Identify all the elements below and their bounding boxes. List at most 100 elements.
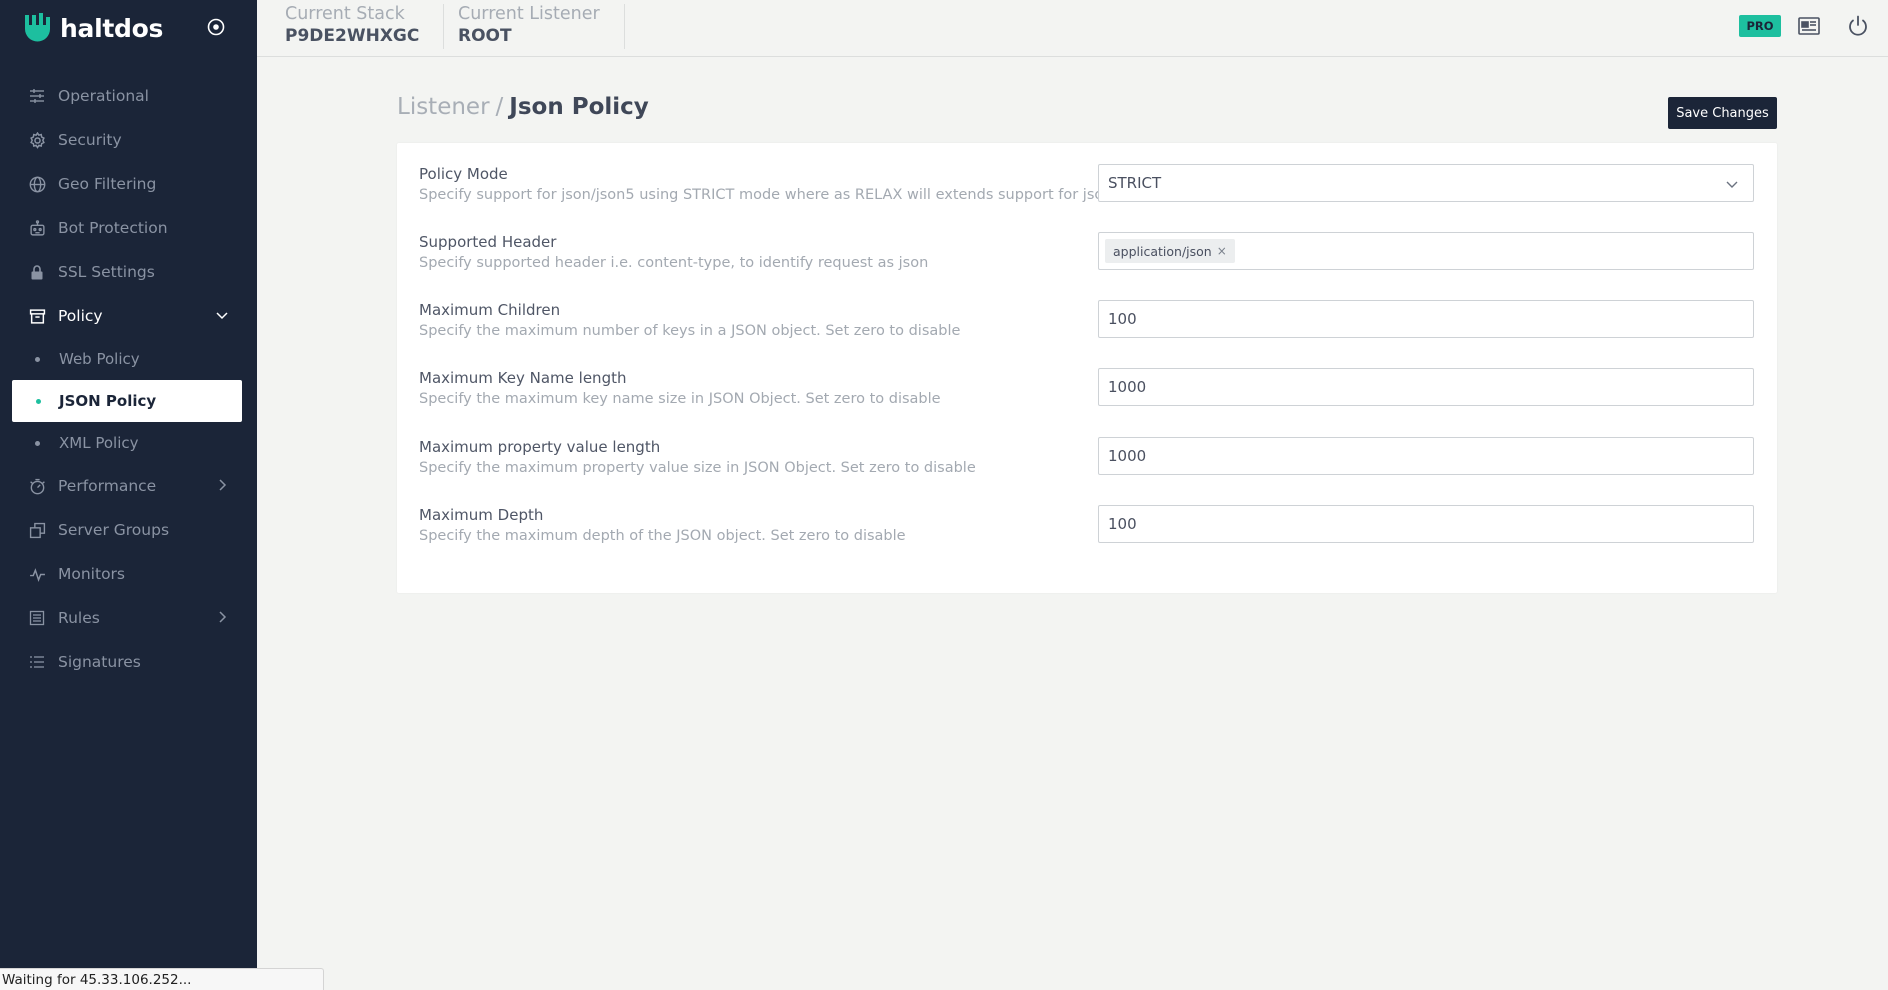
page-title: Json Policy bbox=[509, 94, 649, 120]
supported-header-tags-input[interactable]: application/json × bbox=[1098, 232, 1754, 270]
sidebar-item-rules[interactable]: Rules bbox=[0, 596, 257, 640]
sidebar-item-label: SSL Settings bbox=[58, 263, 155, 281]
target-settings-icon[interactable] bbox=[206, 17, 226, 37]
maximum-children-row: Maximum Children Specify the maximum num… bbox=[419, 300, 1755, 356]
sidebar-item-label: Bot Protection bbox=[58, 219, 168, 237]
top-header: Current Stack P9DE2WHXGC Current Listene… bbox=[257, 0, 1888, 57]
input-value: 1000 bbox=[1108, 378, 1147, 396]
chevron-down-icon bbox=[1726, 181, 1738, 188]
field-description: Specify the maximum depth of the JSON ob… bbox=[419, 528, 906, 544]
current-listener-value: ROOT bbox=[458, 26, 512, 46]
current-listener-label: Current Listener bbox=[458, 4, 600, 24]
power-icon[interactable] bbox=[1846, 14, 1870, 38]
lock-icon bbox=[28, 263, 46, 281]
breadcrumb: Listener / Json Policy bbox=[397, 94, 649, 120]
sidebar-subitem-web-policy[interactable]: Web Policy bbox=[0, 338, 257, 380]
brand[interactable]: haltdos bbox=[22, 10, 163, 46]
sidebar-item-signatures[interactable]: Signatures bbox=[0, 640, 257, 684]
field-description: Specify supported header i.e. content-ty… bbox=[419, 255, 929, 271]
current-stack-label: Current Stack bbox=[285, 4, 405, 24]
field-description: Specify the maximum key name size in JSO… bbox=[419, 391, 941, 407]
header-tag-label: application/json bbox=[1113, 243, 1212, 259]
policy-mode-value: STRICT bbox=[1108, 174, 1162, 192]
sidebar-item-label: Performance bbox=[58, 477, 157, 495]
policy-mode-row: Policy Mode Specify support for json/jso… bbox=[419, 164, 1755, 220]
sliders-icon bbox=[28, 87, 46, 105]
field-title: Maximum property value length bbox=[419, 438, 661, 456]
current-stack[interactable]: Current Stack P9DE2WHXGC bbox=[257, 4, 445, 49]
sidebar-subitem-json-policy[interactable]: JSON Policy bbox=[12, 380, 242, 422]
sidebar-item-label: Geo Filtering bbox=[58, 175, 157, 193]
maximum-depth-input[interactable]: 100 bbox=[1098, 505, 1754, 543]
bullet-dot bbox=[35, 441, 40, 446]
maximum-key-name-length-row: Maximum Key Name length Specify the maxi… bbox=[419, 368, 1755, 424]
sidebar-item-label: Security bbox=[58, 131, 122, 149]
sidebar-item-operational[interactable]: Operational bbox=[0, 74, 257, 118]
sidebar-subitem-xml-policy[interactable]: XML Policy bbox=[0, 422, 257, 464]
maximum-property-value-length-input[interactable]: 1000 bbox=[1098, 437, 1754, 475]
pulse-icon bbox=[28, 565, 46, 583]
field-title: Maximum Depth bbox=[419, 506, 544, 524]
input-value: 1000 bbox=[1108, 447, 1147, 465]
field-title: Policy Mode bbox=[419, 165, 508, 183]
newspaper-icon[interactable] bbox=[1797, 14, 1821, 38]
list-icon bbox=[28, 653, 46, 671]
current-stack-value: P9DE2WHXGC bbox=[285, 26, 420, 46]
sidebar-item-label: Monitors bbox=[58, 565, 125, 583]
current-listener[interactable]: Current Listener ROOT bbox=[430, 4, 625, 49]
maximum-property-value-length-row: Maximum property value length Specify th… bbox=[419, 437, 1755, 493]
sidebar: haltdos Operational Security Geo Filteri… bbox=[0, 0, 257, 990]
sidebar-item-server-groups[interactable]: Server Groups bbox=[0, 508, 257, 552]
policy-mode-select[interactable]: STRICT bbox=[1098, 164, 1754, 202]
sidebar-item-geo-filtering[interactable]: Geo Filtering bbox=[0, 162, 257, 206]
sidebar-subitem-label: Web Policy bbox=[59, 350, 140, 368]
globe-icon bbox=[28, 175, 46, 193]
sidebar-item-label: Policy bbox=[58, 307, 103, 325]
field-description: Specify support for json/json5 using STR… bbox=[419, 187, 1122, 203]
remove-tag-icon[interactable]: × bbox=[1217, 244, 1227, 258]
field-description: Specify the maximum number of keys in a … bbox=[419, 323, 961, 339]
brand-name: haltdos bbox=[60, 13, 164, 43]
field-description: Specify the maximum property value size … bbox=[419, 460, 976, 476]
timer-icon bbox=[28, 477, 46, 495]
browser-status-bar: Waiting for 45.33.106.252... bbox=[0, 968, 324, 990]
sidebar-item-security[interactable]: Security bbox=[0, 118, 257, 162]
header-tag: application/json × bbox=[1105, 239, 1235, 263]
sidebar-item-label: Rules bbox=[58, 609, 100, 627]
chevron-right-icon bbox=[219, 479, 227, 491]
supported-header-row: Supported Header Specify supported heade… bbox=[419, 232, 1755, 288]
robot-icon bbox=[28, 219, 46, 237]
sidebar-nav: Operational Security Geo Filtering Bot P… bbox=[0, 74, 257, 684]
field-title: Maximum Key Name length bbox=[419, 369, 627, 387]
chevron-right-icon bbox=[219, 611, 227, 623]
field-title: Maximum Children bbox=[419, 301, 561, 319]
field-title: Supported Header bbox=[419, 233, 557, 251]
sidebar-item-ssl-settings[interactable]: SSL Settings bbox=[0, 250, 257, 294]
sidebar-item-label: Server Groups bbox=[58, 521, 170, 539]
maximum-key-name-length-input[interactable]: 1000 bbox=[1098, 368, 1754, 406]
pro-badge: PRO bbox=[1739, 15, 1781, 37]
sidebar-subitem-label: JSON Policy bbox=[59, 392, 157, 410]
sidebar-item-label: Signatures bbox=[58, 653, 141, 671]
haltdos-logo-icon bbox=[25, 13, 50, 42]
sidebar-subitem-label: XML Policy bbox=[59, 434, 139, 452]
maximum-children-input[interactable]: 100 bbox=[1098, 300, 1754, 338]
sidebar-item-monitors[interactable]: Monitors bbox=[0, 552, 257, 596]
gear-icon bbox=[28, 131, 46, 149]
list-box-icon bbox=[28, 609, 46, 627]
copy-icon bbox=[28, 521, 46, 539]
save-changes-button[interactable]: Save Changes bbox=[1668, 97, 1777, 129]
breadcrumb-separator: / bbox=[495, 94, 504, 120]
sidebar-item-policy[interactable]: Policy bbox=[0, 294, 257, 338]
sidebar-item-label: Operational bbox=[58, 87, 149, 105]
bullet-dot bbox=[35, 357, 40, 362]
sidebar-item-performance[interactable]: Performance bbox=[0, 464, 257, 508]
json-policy-card: Policy Mode Specify support for json/jso… bbox=[397, 143, 1777, 593]
sidebar-item-bot-protection[interactable]: Bot Protection bbox=[0, 206, 257, 250]
archive-icon bbox=[28, 307, 46, 325]
breadcrumb-listener[interactable]: Listener bbox=[397, 94, 490, 120]
chevron-down-icon bbox=[216, 312, 228, 320]
input-value: 100 bbox=[1108, 515, 1137, 533]
maximum-depth-row: Maximum Depth Specify the maximum depth … bbox=[419, 505, 1755, 561]
input-value: 100 bbox=[1108, 310, 1137, 328]
